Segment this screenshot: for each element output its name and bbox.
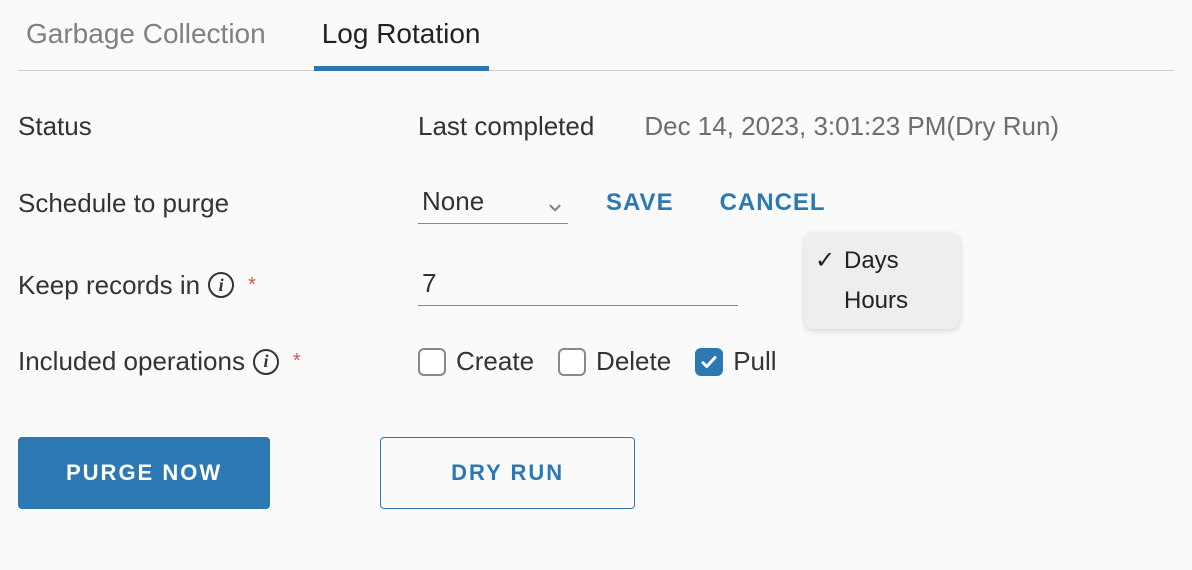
checkbox-box: [418, 348, 446, 376]
ops-checkbox-group: Create Delete Pull: [418, 346, 777, 377]
status-row: Status Last completed Dec 14, 2023, 3:01…: [18, 111, 1174, 142]
unit-option-label: Days: [844, 247, 899, 275]
tab-garbage-collection[interactable]: Garbage Collection: [18, 10, 274, 70]
keep-records-row: Keep records in i * ✓ Days Hours: [18, 264, 1174, 306]
check-icon: ✓: [814, 246, 836, 275]
schedule-selected-value: None: [422, 186, 484, 217]
checkbox-box-checked: [695, 348, 723, 376]
cancel-button[interactable]: CANCEL: [712, 185, 834, 221]
included-ops-label: Included operations: [18, 346, 245, 377]
chevron-down-icon: [546, 193, 564, 211]
checkbox-pull[interactable]: Pull: [695, 346, 776, 377]
purge-now-button[interactable]: PURGE NOW: [18, 437, 270, 509]
save-button[interactable]: SAVE: [598, 185, 682, 221]
unit-option-label: Hours: [844, 287, 908, 315]
unit-option-days[interactable]: ✓ Days: [804, 240, 960, 281]
tab-log-rotation[interactable]: Log Rotation: [314, 10, 489, 70]
checkbox-label: Delete: [596, 346, 671, 377]
schedule-select[interactable]: None: [418, 182, 568, 224]
checkbox-create[interactable]: Create: [418, 346, 534, 377]
checkbox-label: Pull: [733, 346, 776, 377]
info-icon[interactable]: i: [208, 272, 234, 298]
tab-bar: Garbage Collection Log Rotation: [18, 10, 1174, 71]
included-ops-row: Included operations i * Create Delete: [18, 346, 1174, 377]
unit-option-hours[interactable]: Hours: [804, 281, 960, 321]
keep-records-input[interactable]: [418, 264, 738, 306]
required-marker: *: [293, 350, 301, 373]
keep-records-label: Keep records in: [18, 270, 200, 301]
checkbox-box: [558, 348, 586, 376]
unit-dropdown: ✓ Days Hours: [804, 232, 960, 329]
last-completed-value: Dec 14, 2023, 3:01:23 PM(Dry Run): [644, 111, 1059, 142]
action-button-row: PURGE NOW DRY RUN: [18, 437, 1174, 509]
schedule-label: Schedule to purge: [18, 188, 229, 219]
checkbox-label: Create: [456, 346, 534, 377]
status-label: Status: [18, 111, 92, 142]
last-completed-label: Last completed: [418, 111, 594, 142]
checkbox-delete[interactable]: Delete: [558, 346, 671, 377]
dry-run-button[interactable]: DRY RUN: [380, 437, 635, 509]
info-icon[interactable]: i: [253, 349, 279, 375]
required-marker: *: [248, 274, 256, 297]
schedule-row: Schedule to purge None SAVE CANCEL: [18, 182, 1174, 224]
